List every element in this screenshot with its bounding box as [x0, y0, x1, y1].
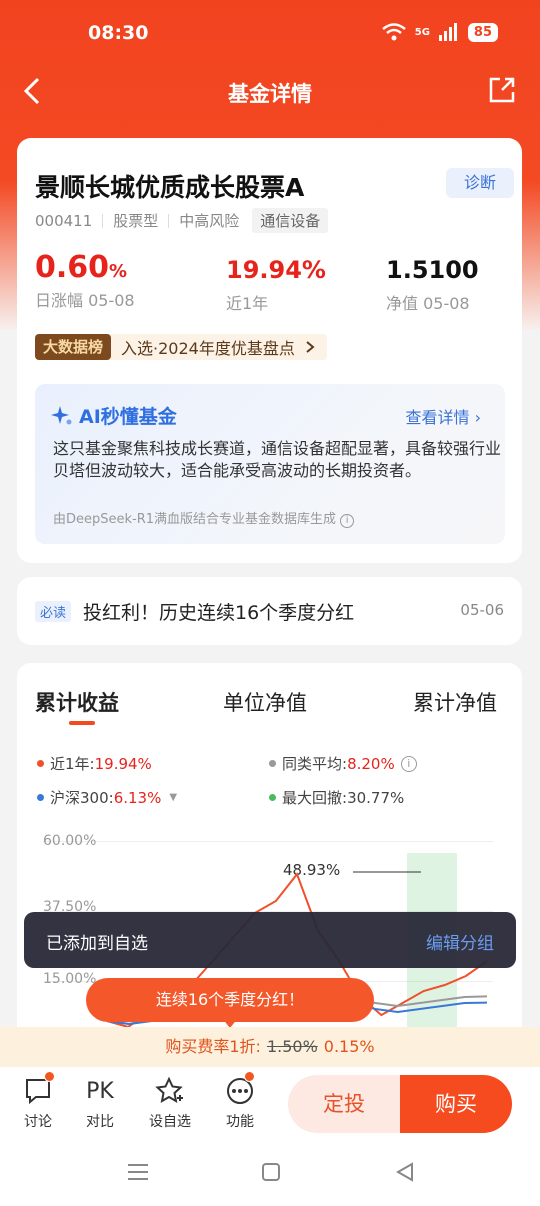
- promo-bubble: 连续16个季度分红！: [86, 978, 374, 1022]
- network-label: 5G: [414, 26, 430, 38]
- ai-summary-box: AI秒懂基金 查看详情 › 这只基金聚焦科技成长赛道，通信设备超配显著，具备较强…: [35, 384, 505, 544]
- fund-risk: 中高风险: [179, 212, 240, 230]
- diagnose-button[interactable]: 诊断: [446, 168, 514, 198]
- chevron-right-icon: [306, 341, 315, 353]
- nav-stat: 1.5100 净值 05-08: [386, 256, 479, 314]
- year-return-stat: 19.94% 近1年: [226, 256, 326, 314]
- news-card[interactable]: 必读 投红利！历史连续16个季度分红 05-06: [17, 577, 522, 645]
- share-icon[interactable]: [488, 76, 516, 104]
- fund-name: 景顺长城优质成长股票A: [35, 173, 305, 202]
- ranking-text: 入选·2024年度优基盘点: [121, 339, 295, 358]
- fund-type: 股票型: [113, 212, 159, 230]
- fee-new: 0.15%: [323, 1037, 375, 1056]
- ai-summary-text: 这只基金聚焦科技成长赛道，通信设备超配显著，具备较强行业贝塔但波动较大，适合能承…: [53, 439, 502, 480]
- status-time: 08:30: [88, 22, 149, 44]
- fee-bar: 购买费率1折: 1.50% 0.15%: [0, 1027, 540, 1067]
- system-nav-bar: [0, 1139, 540, 1206]
- notification-dot: [44, 1071, 55, 1082]
- nav-bar: 基金详情: [0, 64, 540, 120]
- ranking-badge: 大数据榜: [35, 334, 112, 360]
- news-title: 投红利！历史连续16个季度分红: [83, 602, 355, 624]
- signal-icon: [438, 23, 457, 41]
- star-plus-icon: [155, 1076, 183, 1103]
- year-return-label: 近1年: [226, 294, 269, 313]
- pk-icon: PK: [86, 1078, 114, 1104]
- ai-more-link[interactable]: 查看详情 ›: [406, 404, 482, 428]
- functions-button[interactable]: 功能: [210, 1071, 270, 1131]
- ai-title: AI秒懂基金: [79, 406, 177, 428]
- fee-old: 1.50%: [266, 1037, 318, 1056]
- fee-label: 购买费率1折:: [165, 1037, 261, 1056]
- menu-icon[interactable]: [128, 1163, 148, 1181]
- ai-source-note: 由DeepSeek-R1满血版结合专业基金数据库生成 i: [53, 508, 355, 528]
- toast-message: 已添加到自选: [46, 934, 148, 954]
- news-tag: 必读: [35, 601, 72, 622]
- daily-change-label: 日涨幅 05-08: [35, 291, 135, 310]
- compare-button[interactable]: PK 对比: [70, 1075, 130, 1131]
- daily-change-stat: 0.60% 日涨幅 05-08: [35, 250, 135, 311]
- fixed-invest-button[interactable]: 定投: [288, 1075, 400, 1133]
- info-icon: i: [340, 514, 355, 528]
- discuss-button[interactable]: 讨论: [8, 1071, 68, 1131]
- nav-label: 净值 05-08: [386, 294, 470, 313]
- year-return-value: 19.94%: [226, 256, 326, 284]
- daily-change-unit: %: [109, 261, 128, 282]
- home-icon[interactable]: [262, 1163, 280, 1181]
- ranking-banner[interactable]: 大数据榜 入选·2024年度优基盘点: [35, 334, 327, 360]
- bottom-action-bar: 讨论 PK 对比 设自选 功能 定投 购买: [0, 1067, 540, 1139]
- nav-value: 1.5100: [386, 256, 479, 284]
- fund-summary-card: 景顺长城优质成长股票A 诊断 000411 股票型 中高风险 通信设备 0.60…: [17, 138, 522, 563]
- status-bar: 08:30 5G 85: [0, 0, 540, 64]
- toast-notification: 已添加到自选 编辑分组: [24, 912, 516, 968]
- edit-group-link[interactable]: 编辑分组: [426, 929, 494, 954]
- fund-industry[interactable]: 通信设备: [252, 208, 329, 233]
- news-date: 05-06: [460, 601, 504, 619]
- add-watchlist-button[interactable]: 设自选: [140, 1075, 200, 1131]
- page-title: 基金详情: [228, 82, 312, 106]
- fund-tags: 000411 股票型 中高风险 通信设备: [35, 208, 329, 233]
- buy-button[interactable]: 购买: [400, 1075, 512, 1133]
- daily-change-value: 0.60: [35, 250, 110, 285]
- fund-code: 000411: [35, 211, 93, 230]
- notification-dot: [244, 1071, 255, 1082]
- wifi-icon: [381, 23, 406, 41]
- back-nav-icon[interactable]: [396, 1162, 414, 1182]
- battery-icon: 85: [467, 22, 498, 42]
- sparkle-icon: [51, 405, 72, 424]
